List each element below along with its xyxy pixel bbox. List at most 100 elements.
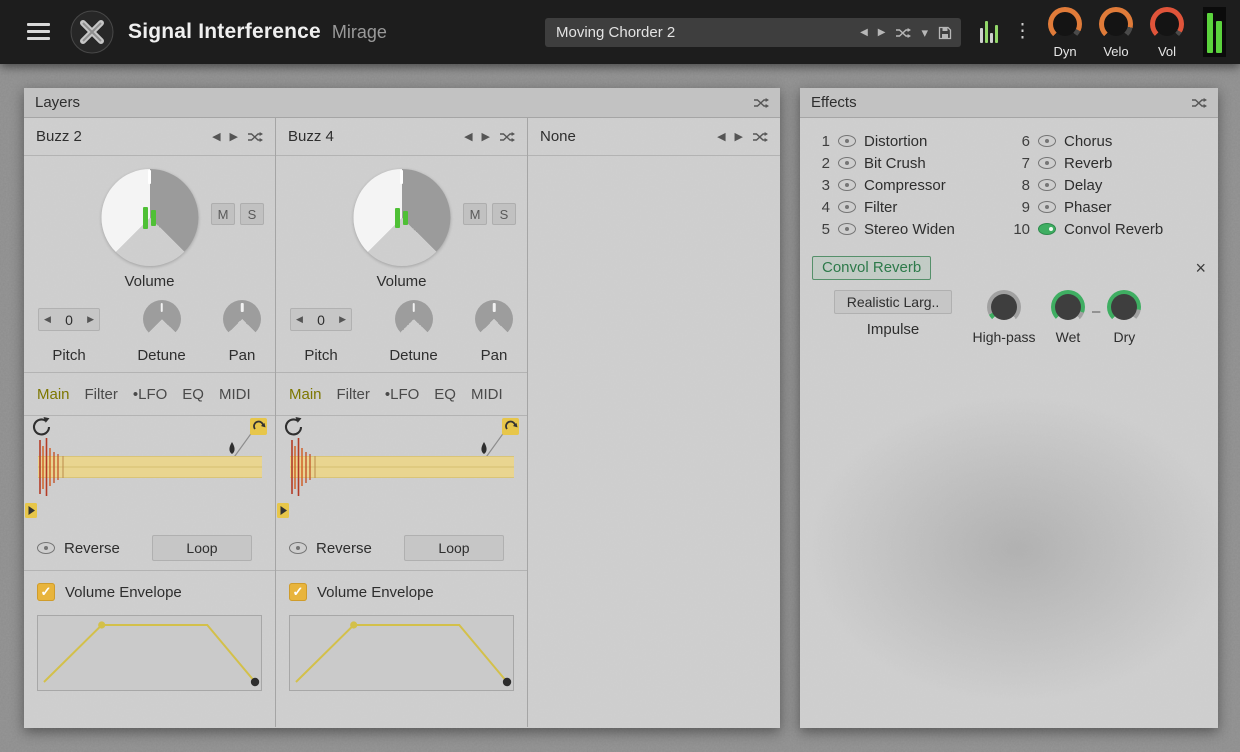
pitch-group: ◀ 0 ▶ Pitch (290, 300, 352, 364)
pitch-stepper[interactable]: ◀ 0 ▶ (38, 308, 100, 331)
layer-volume-knob[interactable] (101, 169, 198, 266)
volume-level-meter (395, 208, 408, 228)
effect-name[interactable]: Chorus (1064, 133, 1112, 150)
effect-bypass-toggle[interactable] (1038, 135, 1056, 147)
effect-name[interactable]: Reverb (1064, 155, 1112, 172)
wet-knob[interactable] (1051, 290, 1085, 324)
impulse-select[interactable]: Realistic Larg.. (834, 290, 952, 314)
effect-bypass-toggle[interactable] (1038, 179, 1056, 191)
layer-next-icon[interactable]: ▶ (735, 130, 743, 143)
detune-knob[interactable] (143, 300, 181, 338)
layer-shuffle-icon[interactable] (499, 131, 515, 143)
velo-knob-center (1104, 12, 1128, 36)
tab-main[interactable]: Main (289, 386, 322, 403)
layer-next-icon[interactable]: ▶ (230, 130, 238, 143)
effect-bypass-toggle[interactable] (1038, 157, 1056, 169)
pitch-up-icon[interactable]: ▶ (339, 314, 346, 325)
effect-bypass-toggle[interactable] (1038, 223, 1056, 235)
detune-knob[interactable] (395, 300, 433, 338)
effect-name[interactable]: Delay (1064, 177, 1102, 194)
waveform-display[interactable] (276, 416, 527, 526)
highpass-knob[interactable] (987, 290, 1021, 324)
vol-knob[interactable] (1150, 7, 1184, 41)
effect-bypass-toggle[interactable] (838, 135, 856, 147)
loop-mode-select[interactable]: Loop (152, 535, 252, 561)
layer-selector: Buzz 4 ◀ ▶ (276, 118, 527, 156)
effect-bypass-toggle[interactable] (838, 157, 856, 169)
preset-prev-icon[interactable]: ◀ (860, 28, 868, 38)
layer-name[interactable]: Buzz 2 (36, 128, 203, 145)
layers-shuffle-icon[interactable] (753, 97, 769, 109)
pan-knob[interactable] (475, 300, 513, 338)
tab-eq[interactable]: EQ (434, 386, 456, 403)
dyn-knob[interactable] (1048, 7, 1082, 41)
close-effect-icon[interactable]: × (1195, 259, 1206, 277)
menu-icon[interactable] (27, 23, 50, 44)
envelope-display[interactable] (289, 615, 514, 691)
envelope-section: ✓ Volume Envelope (24, 570, 275, 691)
effect-name[interactable]: Compressor (864, 177, 946, 194)
selected-effect-controls: Realistic Larg.. Impulse High-pass Wet –… (800, 284, 1218, 345)
envelope-display[interactable] (37, 615, 262, 691)
effect-name[interactable]: Convol Reverb (1064, 221, 1163, 238)
velo-knob[interactable] (1099, 7, 1133, 41)
preset-shuffle-icon[interactable] (895, 27, 911, 39)
layer-name[interactable]: None (540, 128, 708, 145)
layer-volume-knob[interactable] (353, 169, 450, 266)
dry-knob[interactable] (1107, 290, 1141, 324)
reverse-toggle[interactable] (37, 542, 55, 554)
pan-knob[interactable] (223, 300, 261, 338)
effect-bypass-toggle[interactable] (838, 201, 856, 213)
effect-name[interactable]: Bit Crush (864, 155, 926, 172)
effect-bypass-toggle[interactable] (838, 179, 856, 191)
effects-slot-list: 1Distortion 2Bit Crush 3Compressor 4Filt… (800, 118, 1218, 248)
mute-button[interactable]: M (211, 203, 235, 225)
loop-mode-select[interactable]: Loop (404, 535, 504, 561)
layer-shuffle-icon[interactable] (752, 131, 768, 143)
effect-slot-6: 6Chorus (1012, 130, 1206, 152)
pitch-stepper[interactable]: ◀ 0 ▶ (290, 308, 352, 331)
dry-label: Dry (1113, 329, 1135, 345)
solo-button[interactable]: S (240, 203, 264, 225)
reverse-toggle[interactable] (289, 542, 307, 554)
layer-tabs: Main Filter •LFO EQ MIDI (24, 372, 275, 416)
volume-knob-section: M S Volume (276, 156, 527, 296)
layer-next-icon[interactable]: ▶ (482, 130, 490, 143)
layer-prev-icon[interactable]: ◀ (212, 130, 220, 143)
levels-icon[interactable] (980, 21, 998, 43)
waveform-display[interactable] (24, 416, 275, 526)
effect-name[interactable]: Filter (864, 199, 897, 216)
tab-lfo[interactable]: •LFO (133, 386, 167, 403)
tab-filter[interactable]: Filter (85, 386, 118, 403)
effect-name[interactable]: Stereo Widen (864, 221, 955, 238)
effect-bypass-toggle[interactable] (838, 223, 856, 235)
effect-name[interactable]: Phaser (1064, 199, 1112, 216)
layer-shuffle-icon[interactable] (247, 131, 263, 143)
effect-bypass-toggle[interactable] (1038, 201, 1056, 213)
volume-envelope-checkbox[interactable]: ✓ (289, 583, 307, 601)
preset-save-icon[interactable] (938, 26, 952, 40)
solo-button[interactable]: S (492, 203, 516, 225)
effect-slot-1: 1Distortion (812, 130, 1006, 152)
layer-prev-icon[interactable]: ◀ (464, 130, 472, 143)
preset-dropdown-icon[interactable]: ▾ (921, 26, 928, 39)
tab-filter[interactable]: Filter (337, 386, 370, 403)
effects-shuffle-icon[interactable] (1191, 97, 1207, 109)
more-options-icon[interactable]: ⋮ (1013, 20, 1032, 43)
tab-midi[interactable]: MIDI (219, 386, 251, 403)
layer-prev-icon[interactable]: ◀ (717, 130, 725, 143)
effect-name[interactable]: Distortion (864, 133, 927, 150)
preset-next-icon[interactable]: ▶ (878, 28, 886, 38)
volume-envelope-checkbox[interactable]: ✓ (37, 583, 55, 601)
tab-midi[interactable]: MIDI (471, 386, 503, 403)
preset-selector[interactable]: Moving Chorder 2 ◀ ▶ ▾ (545, 18, 961, 47)
pitch-up-icon[interactable]: ▶ (87, 314, 94, 325)
layer-name[interactable]: Buzz 4 (288, 128, 455, 145)
tab-lfo[interactable]: •LFO (385, 386, 419, 403)
pitch-down-icon[interactable]: ◀ (296, 314, 303, 325)
tab-main[interactable]: Main (37, 386, 70, 403)
pitch-down-icon[interactable]: ◀ (44, 314, 51, 325)
detune-group: Detune (137, 300, 185, 364)
mute-button[interactable]: M (463, 203, 487, 225)
tab-eq[interactable]: EQ (182, 386, 204, 403)
